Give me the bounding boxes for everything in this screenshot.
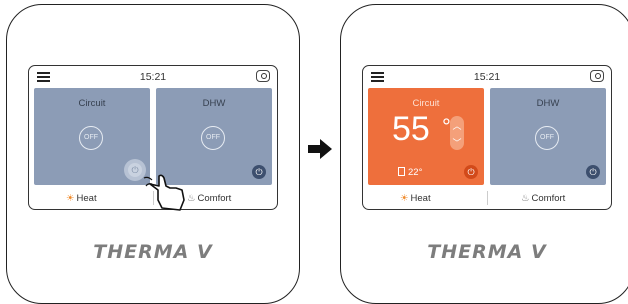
off-status-badge: OFF [535,126,559,150]
search-icon[interactable] [590,70,604,82]
room-icon [398,167,405,176]
mode-bar: ☀ Heat ♨ Comfort [363,187,611,209]
thermostat-device-before: 15:21 Circuit OFF ⏻ DHW OFF ⏻ ☀ Heat ♨ Com… [6,4,300,304]
thermostat-screen: 15:21 Circuit 55 ° ︿ ﹀ 22° ⏻ DHW OFF ⏻ ☀… [362,65,612,210]
comfort-label: Comfort [531,193,566,204]
tile-title: DHW [202,98,226,109]
sun-icon: ☀ [66,193,75,204]
top-bar: 15:21 [29,66,277,88]
sun-icon: ☀ [400,193,409,204]
comfort-mode-button[interactable]: ♨ Comfort [187,193,231,204]
power-icon[interactable]: ⏻ [252,165,266,179]
temperature-stepper[interactable]: ︿ ﹀ [450,116,464,150]
room-temperature: 22° [398,167,422,178]
brand-logo: THERMA V [427,241,547,263]
power-icon[interactable]: ⏻ [586,165,600,179]
heat-label: Heat [76,193,97,204]
comfort-mode-button[interactable]: ♨ Comfort [521,193,565,204]
divider [487,191,488,205]
clock: 15:21 [139,71,167,83]
tile-title: DHW [536,98,560,109]
heat-mode-button[interactable]: ☀ Heat [66,193,97,204]
chevron-up-icon[interactable]: ︿ [450,119,464,132]
off-status-badge: OFF [79,126,103,150]
set-temperature: 55 [392,110,430,148]
room-temp-value: 22° [408,167,423,178]
circuit-tile[interactable]: Circuit 55 ° ︿ ﹀ 22° ⏻ [368,88,484,185]
heat-mode-button[interactable]: ☀ Heat [400,193,431,204]
thermostat-device-after: 15:21 Circuit 55 ° ︿ ﹀ 22° ⏻ DHW OFF ⏻ ☀… [340,4,628,304]
pointing-hand-icon [143,174,185,211]
search-icon[interactable] [256,70,270,82]
heat-label: Heat [410,193,431,204]
comfort-icon: ♨ [521,193,530,204]
off-status-badge: OFF [201,126,225,150]
tile-title: Circuit [412,98,440,109]
dhw-tile[interactable]: DHW OFF ⏻ [490,88,606,185]
arrow-right-icon [308,139,332,159]
top-bar: 15:21 [363,66,611,88]
tile-title: Circuit [78,98,106,109]
brand-logo: THERMA V [93,241,213,263]
clock: 15:21 [473,71,501,83]
power-icon[interactable]: ⏻ [464,165,478,179]
circuit-tile[interactable]: Circuit OFF ⏻ [34,88,150,185]
chevron-down-icon[interactable]: ﹀ [450,136,464,149]
comfort-label: Comfort [197,193,232,204]
